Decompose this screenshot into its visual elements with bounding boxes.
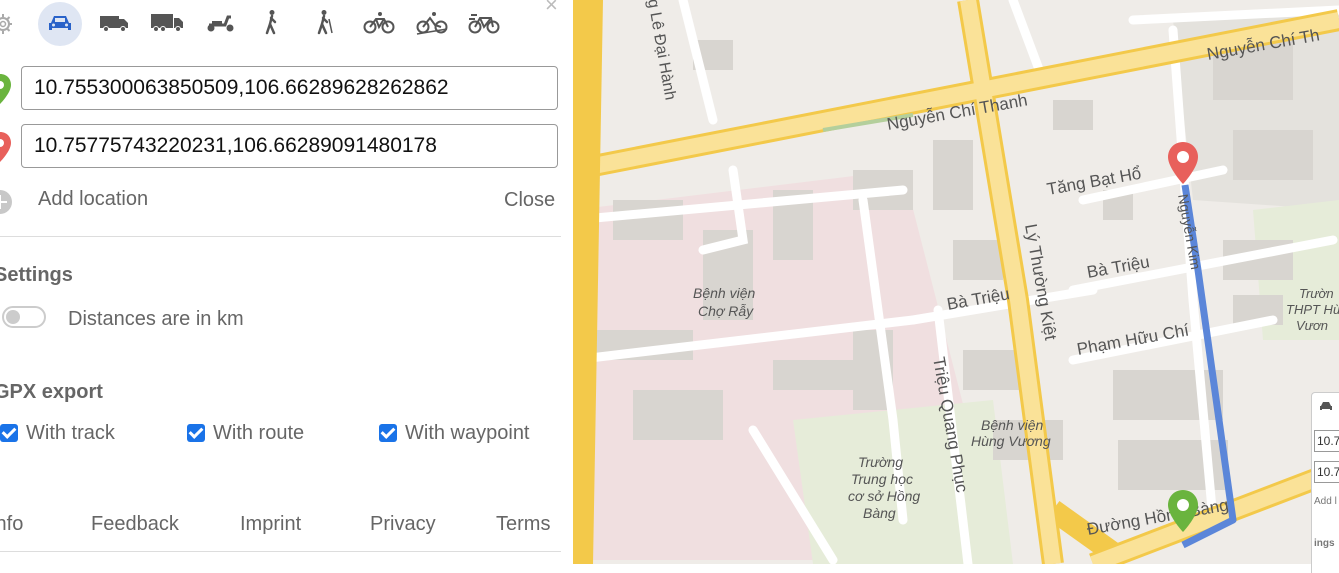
mini-start-input[interactable]: 10.7	[1314, 430, 1339, 452]
with-track-checkbox[interactable]	[0, 424, 18, 442]
label-thcs-1: Trường	[858, 454, 903, 470]
with-waypoint-checkbox[interactable]	[379, 424, 397, 442]
mini-settings-title: ings	[1314, 538, 1335, 549]
vehicle-bike-button[interactable]	[357, 2, 401, 46]
truck-icon	[150, 9, 184, 40]
small-truck-icon	[97, 9, 131, 40]
label-hung-vuong-1: Bệnh viện	[981, 417, 1043, 433]
mini-car-icon[interactable]	[1318, 399, 1334, 418]
footer-privacy-link[interactable]: Privacy	[370, 513, 436, 536]
add-location-button[interactable]: Add location	[38, 188, 148, 211]
vehicle-car-button[interactable]	[38, 2, 82, 46]
car-icon	[43, 9, 77, 40]
label-thcs-3: cơ sở Hồng	[848, 488, 920, 504]
with-track-label: With track	[26, 422, 115, 444]
label-thcs-4: Bàng	[863, 505, 896, 521]
label-thpt-1: Trườn	[1299, 286, 1334, 301]
vehicle-racingbike-button[interactable]	[462, 2, 506, 46]
settings-gear-icon[interactable]	[0, 12, 14, 41]
vehicle-hike-button[interactable]	[303, 2, 347, 46]
vehicle-foot-button[interactable]	[250, 2, 294, 46]
scooter-icon	[203, 9, 237, 40]
vehicle-mtb-button[interactable]	[410, 2, 454, 46]
mini-routing-panel: 10.7 10.7 Add l ings	[1311, 392, 1339, 573]
add-location-icon[interactable]	[0, 190, 12, 214]
close-panel-icon[interactable]: ×	[545, 0, 558, 16]
vehicle-selector: ×	[0, 0, 573, 48]
map-view[interactable]: Nguyễn Chí Thanh Nguyễn Chí Th g Lê Đại …	[568, 0, 1339, 573]
mini-add-location[interactable]: Add l	[1314, 496, 1337, 507]
close-button[interactable]: Close	[504, 189, 555, 212]
with-route-label: With route	[213, 422, 305, 444]
label-thpt-3: Vươn	[1296, 318, 1328, 333]
start-location-row	[0, 66, 573, 112]
map-canvas[interactable]: Nguyễn Chí Thanh Nguyễn Chí Th g Lê Đại …	[568, 0, 1339, 573]
vehicle-small-truck-button[interactable]	[92, 2, 136, 46]
start-location-input[interactable]	[21, 66, 558, 110]
footer-divider	[0, 551, 561, 552]
hiking-icon	[308, 9, 342, 40]
settings-title: Settings	[0, 264, 73, 286]
mountain-bike-icon	[415, 9, 449, 40]
with-waypoint-label: With waypoint	[405, 422, 530, 444]
vehicle-truck-button[interactable]	[145, 2, 189, 46]
walking-icon	[255, 9, 289, 40]
start-marker-icon	[0, 74, 11, 104]
end-location-input[interactable]	[21, 124, 558, 168]
gpx-export-title: GPX export	[0, 381, 103, 403]
label-cho-ray-2: Chợ Rẫy	[698, 303, 754, 319]
routing-panel: × Add location Close Settings Distances …	[0, 0, 573, 564]
footer-terms-link[interactable]: Terms	[496, 513, 550, 536]
add-location-row: Add location Close	[0, 184, 573, 216]
footer-feedback-link[interactable]: Feedback	[91, 513, 179, 536]
end-marker-icon	[0, 132, 11, 162]
divider	[0, 236, 561, 237]
end-location-row	[0, 124, 573, 170]
distance-unit-label: Distances are in km	[68, 308, 244, 330]
vehicle-scooter-button[interactable]	[198, 2, 242, 46]
distance-unit-toggle[interactable]	[2, 306, 46, 328]
racing-bike-icon	[467, 9, 501, 40]
footer-info-link[interactable]: Info	[0, 513, 23, 536]
bicycle-icon	[362, 9, 396, 40]
with-route-checkbox[interactable]	[187, 424, 205, 442]
label-cho-ray-1: Bệnh viện	[693, 285, 755, 301]
footer-imprint-link[interactable]: Imprint	[240, 513, 301, 536]
mini-end-input[interactable]: 10.7	[1314, 461, 1339, 483]
label-hung-vuong-2: Hùng Vương	[971, 433, 1051, 449]
label-thpt-2: THPT Hù	[1286, 302, 1339, 317]
label-thcs-2: Trung học	[851, 471, 913, 487]
